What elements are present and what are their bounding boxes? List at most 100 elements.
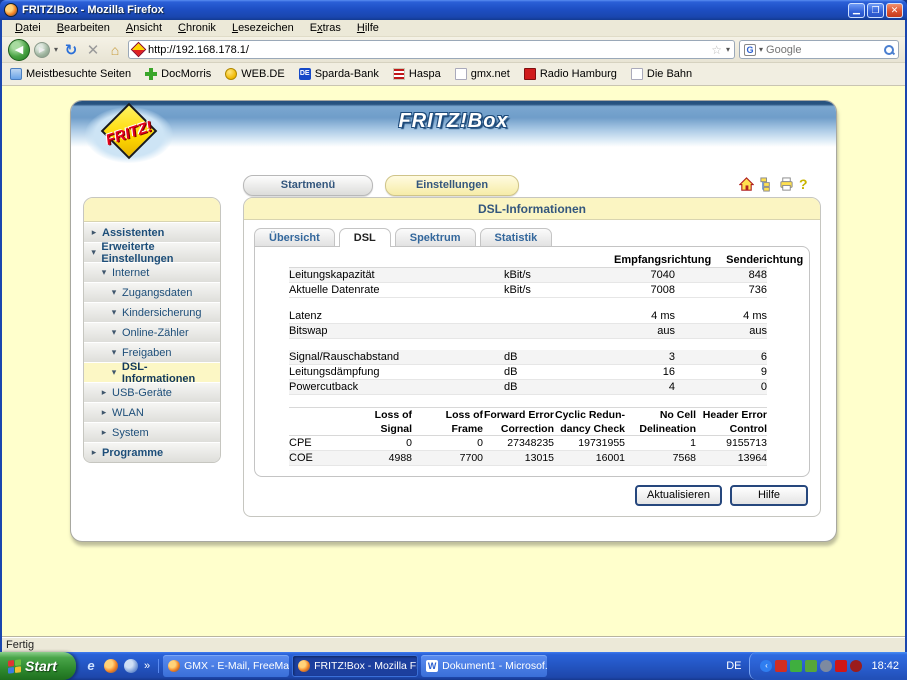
close-button[interactable]: ✕ xyxy=(886,3,903,18)
tab-dsl[interactable]: DSL xyxy=(339,228,391,247)
url-input[interactable] xyxy=(148,44,707,56)
menu-lesezeichen[interactable]: Lesezeichen xyxy=(225,21,301,35)
volume-tray-icon[interactable] xyxy=(820,660,832,672)
navigation-toolbar: ◀ ▶ ▾ ↻ ✕ ⌂ ☆ ▾ G ▾ xyxy=(2,37,905,63)
search-engine-dropdown-icon[interactable]: ▾ xyxy=(759,45,763,54)
update-tray-icon[interactable] xyxy=(790,660,802,672)
dsl-cell: aus xyxy=(614,324,675,339)
language-indicator[interactable]: DE xyxy=(718,660,749,672)
dsl-cell: Aktuelle Datenrate xyxy=(289,283,504,298)
nav-button-startmenu[interactable]: Startmenü xyxy=(243,175,373,196)
avira-tray-icon[interactable] xyxy=(835,660,847,672)
sitemap-icon[interactable] xyxy=(759,177,774,192)
restore-button[interactable]: ❒ xyxy=(867,3,884,18)
browser-quicklaunch-icon[interactable] xyxy=(104,659,118,673)
menu-bearbeiten[interactable]: Bearbeiten xyxy=(50,21,117,35)
red-stripes-icon xyxy=(393,68,405,80)
dsl-cell: Leitungskapazität xyxy=(289,268,504,283)
start-button[interactable]: Start xyxy=(0,652,76,680)
menu-ansicht[interactable]: Ansicht xyxy=(119,21,169,35)
task-button[interactable]: WDokument1 - Microsof... xyxy=(421,655,547,677)
bookmark-item[interactable]: Die Bahn xyxy=(631,68,692,80)
error-header-cell: No Cell Delineation xyxy=(625,408,696,436)
dsl-table-row: Signal/RauschabstanddB36 xyxy=(289,350,767,365)
chevron-down-icon: ▾ xyxy=(90,247,97,258)
windows-flag-icon xyxy=(8,659,21,673)
home-icon[interactable] xyxy=(739,177,754,192)
minimize-button[interactable]: ▁ xyxy=(848,3,865,18)
task-button[interactable]: GMX - E-Mail, FreeMai... xyxy=(163,655,289,677)
sidebar-item-programme[interactable]: ▸Programme xyxy=(84,443,220,462)
sidebar-item-label: DSL-Informationen xyxy=(122,361,220,385)
yellow-circle-icon xyxy=(225,68,237,80)
home-button[interactable]: ⌂ xyxy=(106,42,124,58)
sidebar-item-usb-ger-te[interactable]: ▸USB-Geräte xyxy=(84,383,220,402)
sidebar-item-label: USB-Geräte xyxy=(112,387,172,399)
bookmark-item[interactable]: Radio Hamburg xyxy=(524,68,617,80)
bookmark-item[interactable]: gmx.net xyxy=(455,68,510,80)
pdf-tray-icon[interactable] xyxy=(775,660,787,672)
bookmark-item[interactable]: WEB.DE xyxy=(225,68,284,80)
reload-button[interactable]: ↻ xyxy=(62,41,80,59)
tab-statistik[interactable]: Statistik xyxy=(480,228,553,246)
error-cell: 1 xyxy=(625,436,696,450)
bookmark-label: Radio Hamburg xyxy=(540,68,617,80)
menu-hilfe[interactable]: Hilfe xyxy=(350,21,386,35)
refresh-button[interactable]: Aktualisieren xyxy=(635,485,722,506)
bookmark-label: Meistbesuchte Seiten xyxy=(26,68,131,80)
desktop-quicklaunch-icon[interactable] xyxy=(124,659,138,673)
url-dropdown-icon[interactable]: ▾ xyxy=(726,45,730,54)
sidebar-item-freigaben[interactable]: ▾Freigaben xyxy=(84,343,220,362)
print-icon[interactable] xyxy=(779,177,794,192)
search-bar[interactable]: G ▾ xyxy=(739,40,899,59)
section-title: DSL-Informationen xyxy=(244,198,820,220)
internet-explorer-icon[interactable]: e xyxy=(84,659,98,673)
dsl-cell: 848 xyxy=(675,268,767,283)
sidebar-item-assistenten[interactable]: ▸Assistenten xyxy=(84,223,220,242)
help-button[interactable]: Hilfe xyxy=(730,485,808,506)
search-input[interactable] xyxy=(766,44,880,56)
sidebar-item-label: WLAN xyxy=(112,407,144,419)
bookmark-item[interactable]: DocMorris xyxy=(145,68,211,80)
nav-button-einstellungen[interactable]: Einstellungen xyxy=(385,175,519,196)
sidebar-item-wlan[interactable]: ▸WLAN xyxy=(84,403,220,422)
error-cell: 7568 xyxy=(625,451,696,465)
dsl-panel: EmpfangsrichtungSenderichtungLeitungskap… xyxy=(254,246,810,477)
stop-button[interactable]: ✕ xyxy=(84,41,102,59)
error-table-header: Loss of SignalLoss of FrameForward Error… xyxy=(289,408,767,436)
sidebar-item-erweiterte-einstellungen[interactable]: ▾Erweiterte Einstellungen xyxy=(84,243,220,262)
sidebar-item-dsl-informationen[interactable]: ▾DSL-Informationen xyxy=(84,363,220,382)
hide-tray-icons-button[interactable]: ‹ xyxy=(760,660,772,672)
forward-button[interactable]: ▶ xyxy=(34,42,50,58)
help-icon[interactable]: ? xyxy=(799,177,814,192)
tab-übersicht[interactable]: Übersicht xyxy=(254,228,335,246)
menu-chronik[interactable]: Chronik xyxy=(171,21,223,35)
bookmark-star-icon[interactable]: ☆ xyxy=(711,43,722,57)
address-bar[interactable]: ☆ ▾ xyxy=(128,40,735,59)
dsl-cell: 7008 xyxy=(614,283,675,298)
sidebar-item-kindersicherung[interactable]: ▾Kindersicherung xyxy=(84,303,220,322)
bookmark-item[interactable]: Haspa xyxy=(393,68,441,80)
window-titlebar[interactable]: FRITZ!Box - Mozilla Firefox ▁ ❒ ✕ xyxy=(0,0,907,20)
bookmark-item[interactable]: DESparda-Bank xyxy=(299,68,379,80)
bookmark-item[interactable]: Meistbesuchte Seiten xyxy=(10,68,131,80)
sidebar-item-zugangsdaten[interactable]: ▾Zugangsdaten xyxy=(84,283,220,302)
back-button[interactable]: ◀ xyxy=(8,39,30,61)
page-nav-row: Startmenü Einstellungen xyxy=(71,175,836,197)
security-tray-icon[interactable] xyxy=(850,660,862,672)
menu-datei[interactable]: Datei xyxy=(8,21,48,35)
sidebar-item-internet[interactable]: ▾Internet xyxy=(84,263,220,282)
tab-spektrum[interactable]: Spektrum xyxy=(395,228,476,246)
bookmark-label: Sparda-Bank xyxy=(315,68,379,80)
quicklaunch-overflow-icon[interactable]: » xyxy=(144,660,150,672)
search-icon[interactable] xyxy=(883,44,894,55)
sidebar-item-online-z-hler[interactable]: ▾Online-Zähler xyxy=(84,323,220,342)
dsl-header-cell xyxy=(289,253,504,268)
task-button[interactable]: FRITZ!Box - Mozilla Fi... xyxy=(292,655,418,677)
sidebar-item-system[interactable]: ▸System xyxy=(84,423,220,442)
history-dropdown-icon[interactable]: ▾ xyxy=(54,45,58,54)
network-tray-icon[interactable] xyxy=(805,660,817,672)
error-cell: 9155713 xyxy=(696,436,767,450)
menu-extras[interactable]: Extras xyxy=(303,21,348,35)
taskbar: Start e » GMX - E-Mail, FreeMai...FRITZ!… xyxy=(0,652,907,680)
